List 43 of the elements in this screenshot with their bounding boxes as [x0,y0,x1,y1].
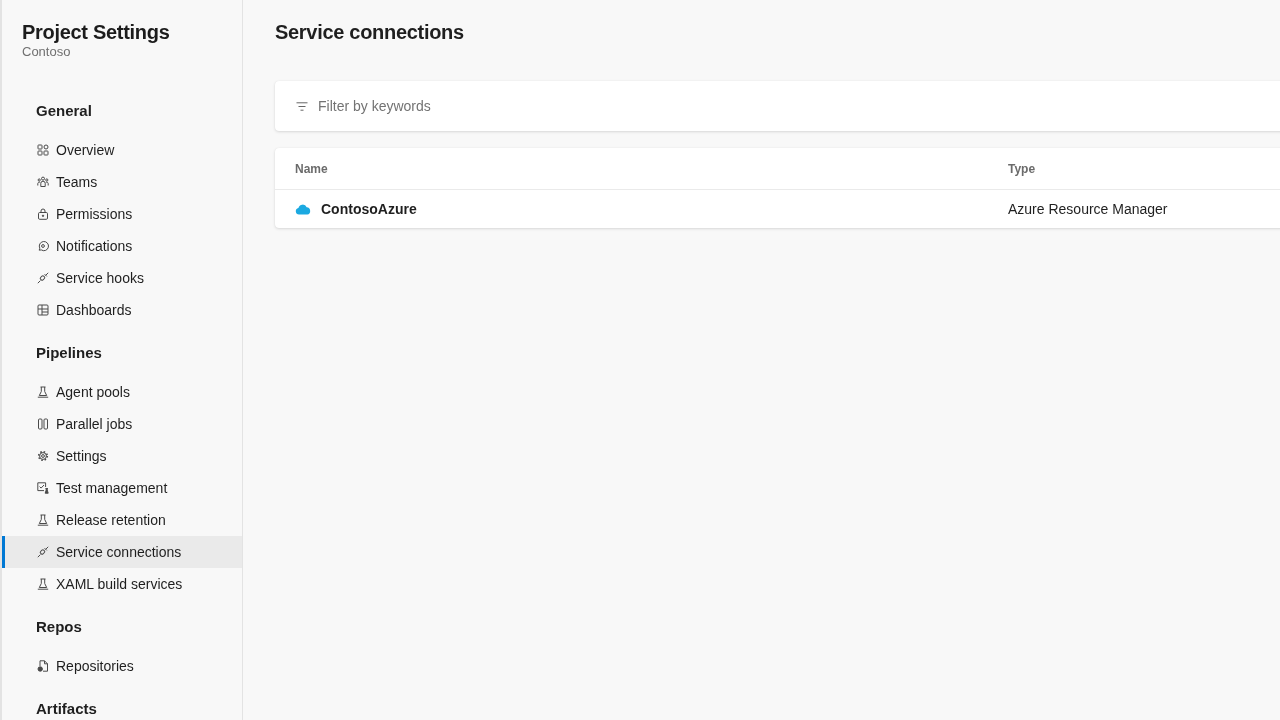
sidebar-item[interactable]: XAML build services [2,568,242,600]
sidebar-item[interactable]: Teams [2,166,242,198]
filter-field[interactable]: Filter by keywords [275,81,1280,131]
plug-icon [37,272,49,284]
dashboard-icon [37,304,49,316]
sidebar-item[interactable]: Repositories [2,650,242,682]
column-header: Name [295,161,328,176]
sidebar-item[interactable]: Agent pools [2,376,242,408]
connection-name-link[interactable]: ContosoAzure [321,201,417,217]
filter-input[interactable]: Filter by keywords [318,96,1272,116]
sidebar-item[interactable]: Dashboards [2,294,242,326]
grid-icon [37,144,49,156]
filter-icon [296,101,308,111]
checklist-icon [37,482,49,494]
table-cell: Azure Resource Manager [1008,201,1168,217]
sidebar-item[interactable]: Test management [2,472,242,504]
document-icon [37,660,49,672]
lock-icon [37,208,49,220]
project-name: Contoso [22,44,71,60]
columns-icon [37,418,49,430]
group-heading: Artifacts [36,699,97,719]
group-heading: General [36,101,92,121]
settings-icon [37,450,49,462]
cloud-icon [295,203,311,215]
sidebar-item[interactable]: Release retention [2,504,242,536]
sidebar-item[interactable]: Service hooks [2,262,242,294]
group-heading: Pipelines [36,343,102,363]
plug-icon [37,546,49,558]
sidebar-item[interactable]: Settings [2,440,242,472]
sidebar-item[interactable]: Overview [2,134,242,166]
group-heading: Repos [36,617,82,637]
sidebar-item[interactable]: Parallel jobs [2,408,242,440]
sidebar-item[interactable]: Notifications [2,230,242,262]
page-title: Service connections [275,20,464,44]
sidebar-title: Project Settings [22,20,170,44]
sidebar-item[interactable]: Service connections [2,536,242,568]
beaker-icon [37,514,49,526]
beaker-icon [37,386,49,398]
chat-icon [37,240,49,252]
people-icon [37,176,49,188]
beaker-icon [37,578,49,590]
column-header: Type [1008,161,1036,176]
sidebar-item[interactable]: Permissions [2,198,242,230]
